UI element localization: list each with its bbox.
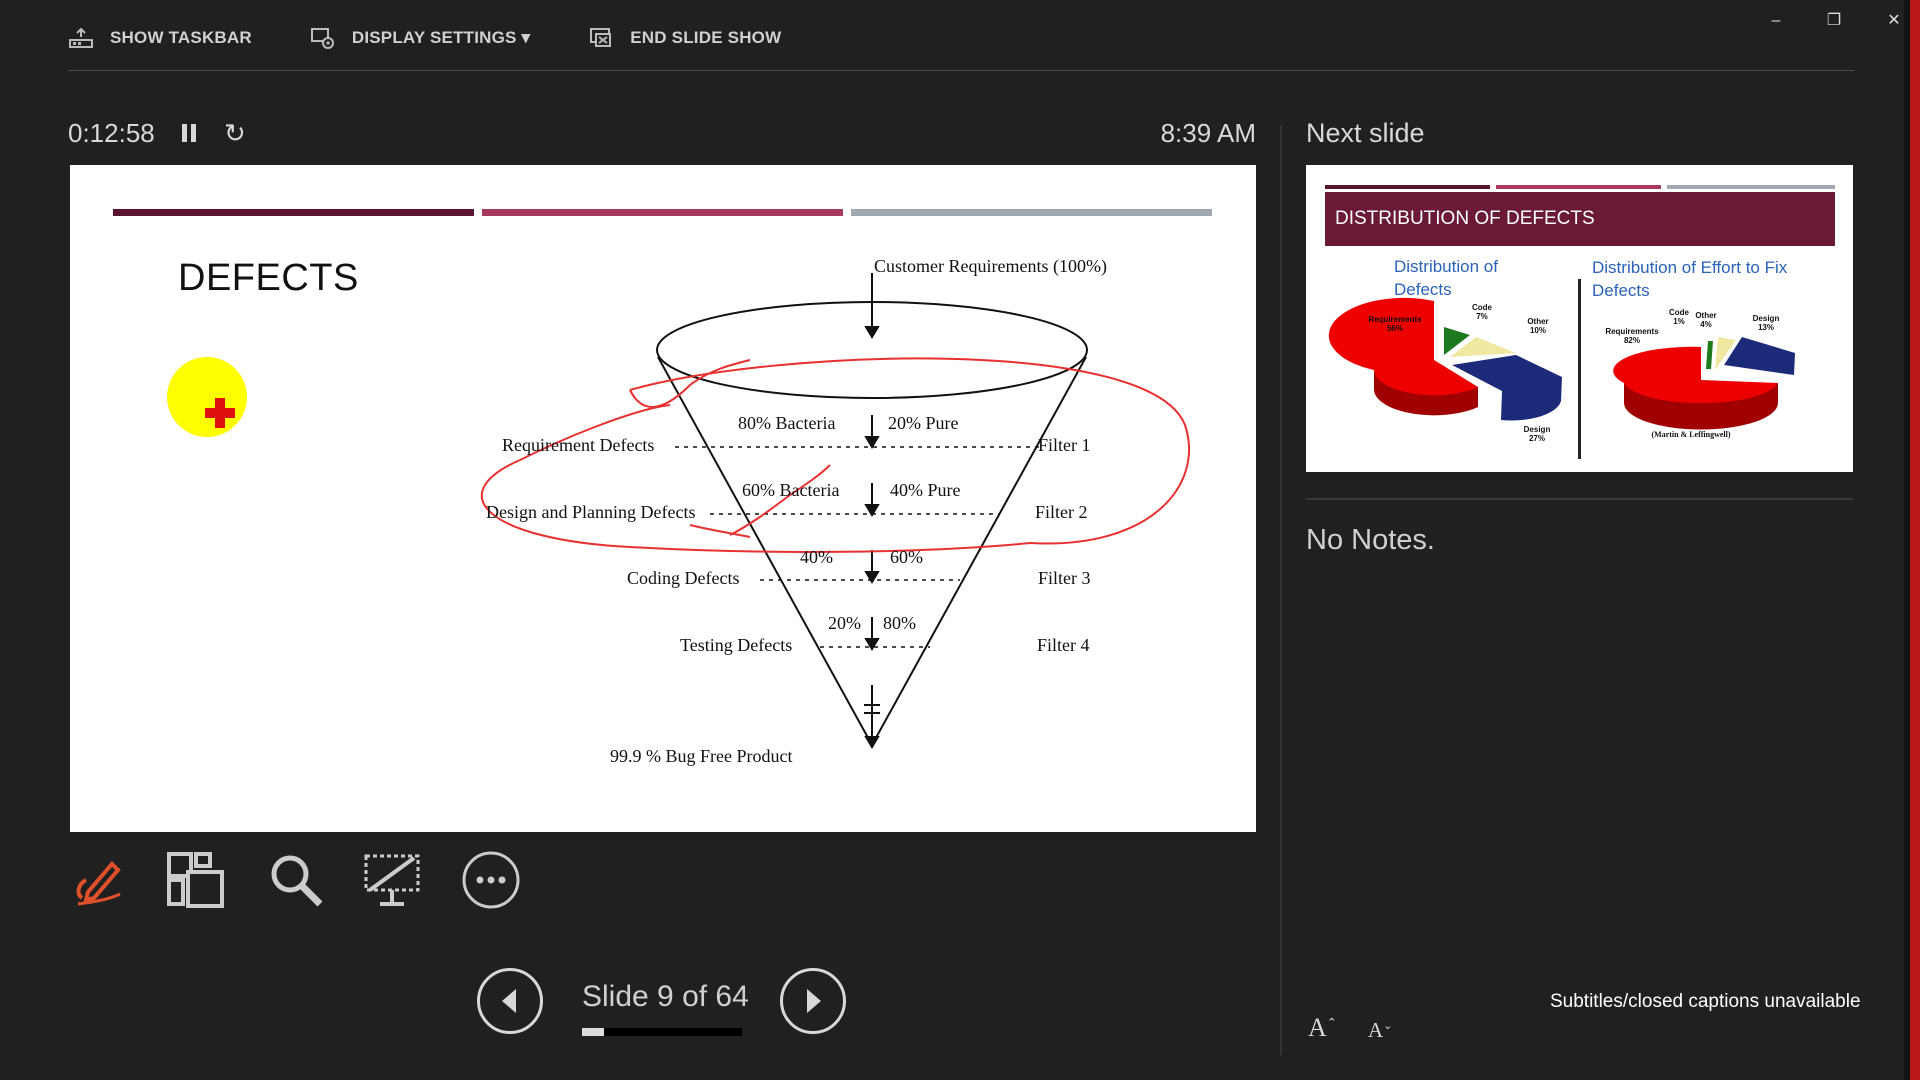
slide-bar-1 (113, 209, 474, 216)
stage3-filter: Filter 3 (1038, 568, 1091, 588)
elapsed-timer: 0:12:58 (68, 118, 155, 148)
pen-tool-button[interactable] (68, 850, 128, 910)
speaker-notes[interactable]: No Notes. (1306, 524, 1435, 557)
magnifier-icon (271, 855, 323, 907)
stage2-filter: Filter 2 (1035, 502, 1088, 522)
pane-divider[interactable] (1280, 125, 1282, 1055)
minimize-button[interactable]: – (1762, 8, 1790, 34)
current-time: 8:39 AM (1160, 118, 1256, 148)
current-slide[interactable]: DEFECTS Customer Requirements (100%) Req… (70, 165, 1256, 832)
stage1-left: 80% Bacteria (738, 413, 835, 433)
slide-bar-2 (482, 209, 843, 216)
pause-icon-bar (191, 124, 196, 142)
presenter-toolbar: SHOW TASKBAR DISPLAY SETTINGS ▾ END SLID… (68, 22, 839, 54)
display-settings-label: DISPLAY SETTINGS ▾ (351, 28, 531, 47)
right-label-design: Design 13% (1752, 314, 1780, 332)
left-pie-requirements (1328, 297, 1478, 396)
chevron-left-icon (502, 989, 516, 1013)
funnel-arrows (864, 273, 880, 749)
funnel-bottom-label: 99.9 % Bug Free Product (610, 746, 792, 766)
left-label-code: Code 7% (1472, 303, 1492, 321)
stage3-left: 40% (800, 547, 833, 567)
pause-timer-button[interactable] (180, 122, 200, 144)
captions-status: Subtitles/closed captions unavailable (1550, 991, 1861, 1012)
stage2-right: 40% Pure (890, 480, 961, 500)
zoom-button[interactable] (266, 850, 326, 910)
right-pie-code (1706, 341, 1713, 369)
stage3-right: 60% (890, 547, 923, 567)
increase-font-label: A (1308, 1013, 1327, 1042)
stage2-name: Design and Planning Defects (486, 502, 695, 522)
display-settings-button[interactable]: DISPLAY SETTINGS ▾ (310, 26, 530, 50)
pause-icon (182, 124, 187, 142)
stage4-filter: Filter 4 (1037, 635, 1090, 655)
increase-font-button[interactable]: A⌃ (1308, 1013, 1337, 1043)
stage3-name: Coding Defects (627, 568, 739, 588)
stage1-filter: Filter 1 (1038, 435, 1091, 455)
funnel-diagram: Customer Requirements (100%) Requirement… (113, 209, 1212, 766)
show-taskbar-label: SHOW TASKBAR (110, 28, 252, 47)
previous-slide-button[interactable] (477, 968, 543, 1034)
next-slide-label: Next slide (1306, 118, 1425, 148)
black-screen-button[interactable] (362, 850, 422, 910)
slide-counter[interactable]: Slide 9 of 64 (582, 980, 749, 1014)
stage4-name: Testing Defects (680, 635, 792, 655)
notes-divider (1306, 498, 1853, 500)
decrease-font-label: A (1368, 1018, 1384, 1042)
stage4-right: 80% (883, 613, 916, 633)
pointer-cross-h (205, 408, 235, 418)
close-button[interactable]: ✕ (1880, 8, 1908, 34)
more-icon (462, 851, 520, 909)
stage1-right: 20% Pure (888, 413, 959, 433)
end-slide-show-button[interactable]: END SLIDE SHOW (588, 26, 781, 50)
next-slide-button[interactable] (780, 968, 846, 1034)
end-show-icon (590, 28, 612, 47)
window-accent-bar (1910, 0, 1920, 1080)
display-settings-icon (310, 28, 334, 49)
laser-pointer-dot (167, 357, 247, 437)
chevron-right-icon (807, 989, 821, 1013)
slide-progress-bar (582, 1028, 742, 1036)
see-all-slides-button[interactable] (166, 850, 226, 910)
more-options-button[interactable] (461, 850, 521, 910)
citation: (Martin & Leffingwell) (1651, 430, 1731, 439)
end-slide-show-label: END SLIDE SHOW (630, 28, 782, 47)
ink-annotation (480, 357, 1190, 553)
restore-button[interactable]: ❐ (1820, 8, 1848, 34)
reset-timer-button[interactable]: ↻ (224, 120, 246, 146)
right-pie-design (1724, 337, 1795, 375)
right-label-other: Other 4% (1695, 311, 1717, 329)
screen-toggle-icon (364, 854, 420, 906)
left-label-requirements: Requirements 56% (1368, 315, 1422, 333)
right-label-requirements: Requirements 82% (1605, 327, 1659, 345)
grid-icon (167, 852, 224, 908)
right-label-code: Code 1% (1669, 308, 1689, 326)
decrease-font-button[interactable]: A⌄ (1368, 1018, 1392, 1043)
funnel-top-label: Customer Requirements (100%) (874, 256, 1107, 277)
left-label-other: Other 10% (1527, 317, 1549, 335)
stage1-name: Requirement Defects (502, 435, 654, 455)
toolbar-divider (68, 70, 1854, 71)
show-taskbar-button[interactable]: SHOW TASKBAR (68, 26, 252, 50)
stage4-left: 20% (828, 613, 861, 633)
next-slide-thumbnail[interactable]: DISTRIBUTION OF DEFECTS Distribution of … (1306, 165, 1853, 472)
pen-icon (76, 861, 121, 906)
slide-bar-3 (851, 209, 1212, 216)
taskbar-icon (69, 27, 93, 48)
slide-progress-fill (582, 1028, 605, 1036)
left-label-design: Design 27% (1523, 425, 1551, 443)
stage2-left: 60% Bacteria (742, 480, 839, 500)
